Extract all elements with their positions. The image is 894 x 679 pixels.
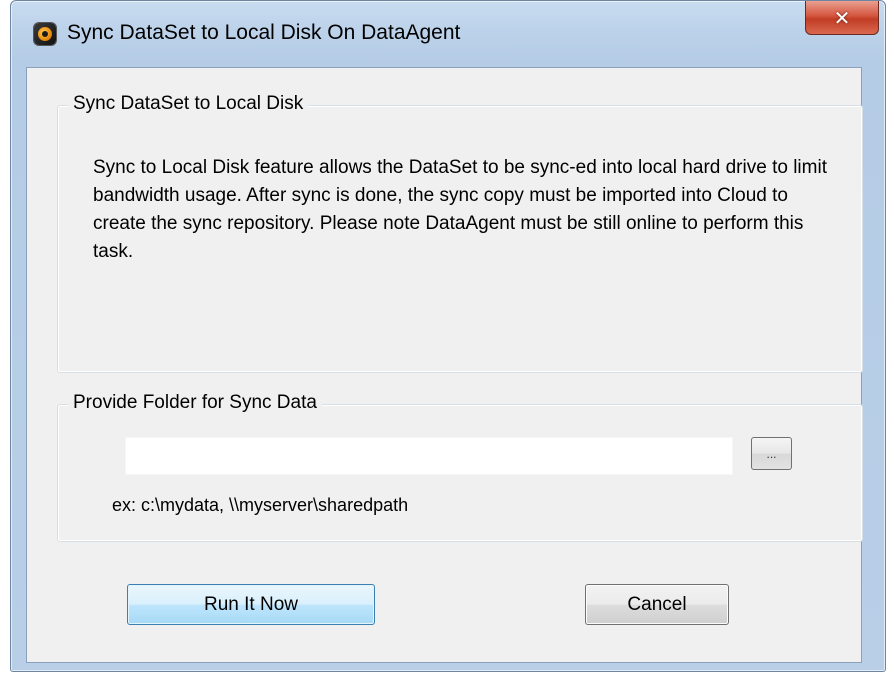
run-it-now-button[interactable]: Run It Now bbox=[127, 584, 375, 625]
dialog-window: Sync DataSet to Local Disk On DataAgent … bbox=[10, 0, 886, 672]
sync-folder-input[interactable] bbox=[125, 437, 733, 475]
sync-description-group-label: Sync DataSet to Local Disk bbox=[68, 93, 309, 115]
browse-folder-button[interactable]: ... bbox=[751, 437, 792, 470]
dialog-body: Sync DataSet to Local Disk Sync to Local… bbox=[26, 67, 863, 663]
close-button[interactable]: ✕ bbox=[805, 1, 879, 35]
close-icon: ✕ bbox=[833, 5, 851, 30]
sync-description-group: Sync DataSet to Local Disk Sync to Local… bbox=[57, 93, 863, 373]
sync-folder-group-label: Provide Folder for Sync Data bbox=[68, 392, 322, 414]
dataagent-app-icon bbox=[34, 23, 56, 45]
sync-folder-group: Provide Folder for Sync Data ... ex: c:\… bbox=[57, 392, 863, 542]
folder-example-hint: ex: c:\mydata, \\myserver\sharedpath bbox=[112, 495, 409, 515]
cancel-button[interactable]: Cancel bbox=[585, 584, 729, 625]
sync-description-text: Sync to Local Disk feature allows the Da… bbox=[93, 157, 827, 262]
window-title: Sync DataSet to Local Disk On DataAgent bbox=[67, 21, 461, 44]
title-bar[interactable]: Sync DataSet to Local Disk On DataAgent … bbox=[11, 1, 885, 67]
